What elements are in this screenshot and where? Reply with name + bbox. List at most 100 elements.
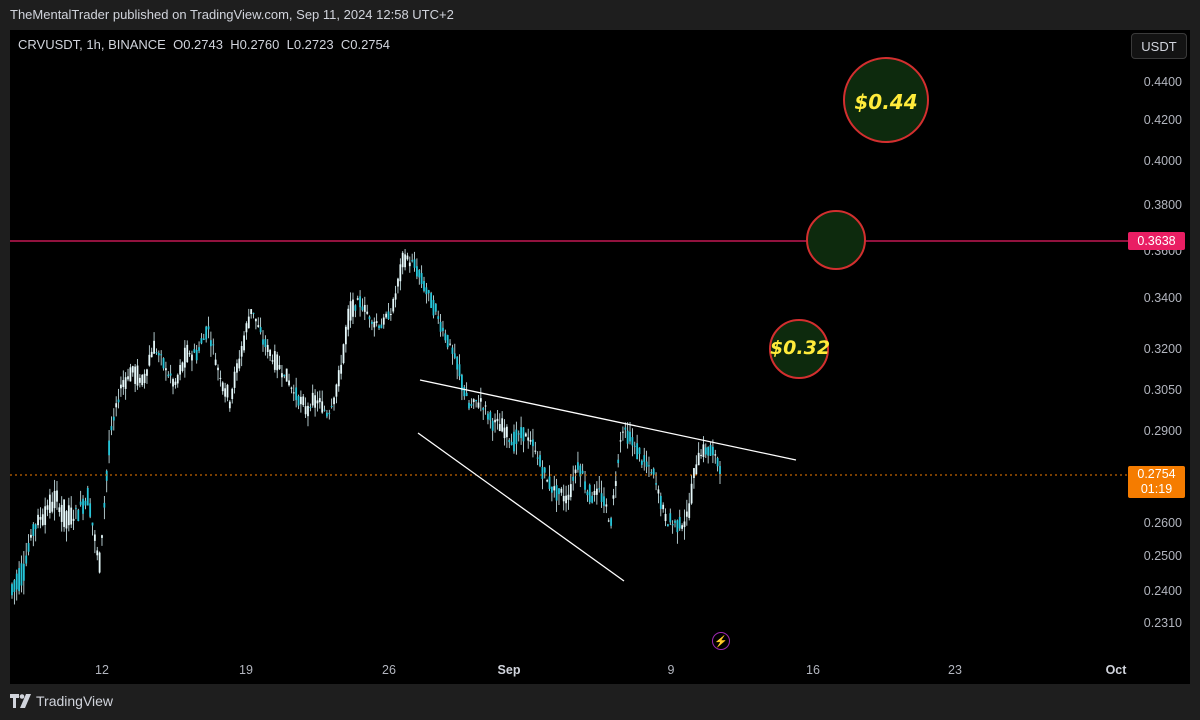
- currency-button[interactable]: USDT: [1131, 33, 1187, 59]
- candle-body: [702, 444, 705, 457]
- candle-body: [193, 349, 196, 353]
- candle-body: [138, 377, 141, 383]
- candle-body: [217, 367, 219, 371]
- candle-body: [524, 433, 527, 437]
- candle-body: [442, 327, 444, 331]
- candle-body: [371, 321, 373, 324]
- price-tick: 0.3400: [1143, 291, 1182, 305]
- publisher-text: TheMentalTrader published on TradingView…: [10, 7, 454, 22]
- price-axis[interactable]: 0.4400 0.4200 0.4000 0.3800 0.3600 0.340…: [1128, 30, 1190, 654]
- target-label-044: $0.44: [854, 90, 918, 114]
- candle-body: [169, 373, 172, 376]
- candle-body: [401, 252, 404, 268]
- candle-body: [58, 507, 61, 513]
- candle-body: [536, 457, 539, 459]
- candle-body: [446, 335, 449, 348]
- candle-body: [228, 401, 231, 409]
- candle-body: [380, 324, 383, 329]
- price-tick: 0.2500: [1143, 549, 1182, 563]
- candle-body: [299, 396, 302, 405]
- candle-body: [517, 433, 520, 435]
- candle-body: [650, 472, 653, 474]
- candle-body: [553, 486, 556, 491]
- candle-body: [458, 364, 461, 377]
- candle-body: [617, 459, 620, 464]
- lightning-icon[interactable]: ⚡: [712, 632, 730, 650]
- candle-body: [32, 524, 35, 536]
- candle-body: [150, 351, 153, 358]
- candle-body: [595, 488, 598, 495]
- high-value: 0.2760: [239, 37, 280, 52]
- candle-body: [532, 439, 534, 447]
- candle-body: [600, 493, 603, 502]
- candle-body: [103, 502, 106, 508]
- high-label: H: [230, 37, 240, 52]
- candle-body: [479, 398, 482, 402]
- candle-body: [423, 281, 425, 291]
- wedge-lower-trendline[interactable]: [417, 432, 625, 582]
- candle-body: [655, 483, 657, 485]
- candle-body: [574, 469, 577, 473]
- candle-body: [676, 520, 679, 533]
- candle-body: [283, 374, 286, 377]
- candle-body: [716, 458, 719, 467]
- candle-body: [30, 534, 32, 538]
- candle-body: [146, 369, 148, 376]
- candle-body: [309, 407, 312, 409]
- candle-body: [13, 580, 16, 592]
- candle-body: [399, 264, 402, 282]
- time-tick: 9: [667, 663, 675, 677]
- candle-body: [697, 452, 700, 466]
- candle-body: [240, 345, 243, 357]
- candle-body: [37, 514, 39, 526]
- low-value: 0.2723: [293, 37, 334, 52]
- wedge-upper-trendline[interactable]: [419, 379, 797, 461]
- candle-body: [84, 500, 87, 506]
- candle-body: [669, 513, 672, 523]
- candle-body: [648, 465, 650, 467]
- candle-body: [503, 427, 506, 439]
- candle-body: [46, 505, 49, 510]
- candle-body: [60, 504, 63, 522]
- candle-body: [101, 535, 103, 538]
- candle-body: [494, 419, 496, 423]
- target-circle-resistance[interactable]: [806, 210, 866, 270]
- current-price-tag: 0.2754 01:19: [1128, 466, 1185, 498]
- close-label: C: [340, 37, 351, 52]
- candle-body: [176, 374, 179, 384]
- candle-body: [110, 426, 113, 431]
- candle-body: [219, 377, 222, 379]
- candle-body: [375, 321, 378, 323]
- candle-body: [411, 260, 414, 262]
- candle-body: [153, 340, 155, 354]
- candle-body: [250, 309, 253, 315]
- candle-body: [273, 351, 276, 370]
- candle-body: [515, 429, 518, 445]
- candle-body: [167, 374, 170, 377]
- candle-body: [688, 503, 691, 518]
- candle-body: [652, 468, 655, 475]
- candle-body: [700, 454, 702, 456]
- candle-body: [496, 418, 499, 422]
- candle-body: [290, 387, 293, 389]
- candle-body: [22, 563, 25, 581]
- candle-body: [612, 495, 615, 499]
- candle-body: [605, 504, 608, 507]
- axis-corner: [1128, 654, 1190, 684]
- candle-body: [269, 349, 272, 357]
- candle-body: [96, 550, 99, 556]
- candle-body: [543, 467, 546, 473]
- candle-body: [674, 520, 676, 523]
- tradingview-brand[interactable]: TradingView: [10, 693, 113, 709]
- candle-body: [678, 517, 681, 529]
- price-chart[interactable]: [10, 30, 1128, 654]
- price-tick: 0.4200: [1143, 113, 1182, 127]
- candle-body: [434, 303, 437, 312]
- candle-body: [472, 399, 475, 403]
- candle-body: [558, 488, 560, 495]
- candle-body: [432, 300, 435, 316]
- time-axis[interactable]: 12 19 26 Sep 9 16 23 Oct: [10, 654, 1128, 684]
- chart-pane[interactable]: CRVUSDT, 1h, BINANCE O0.2743 H0.2760 L0.…: [10, 30, 1128, 654]
- candle-body: [430, 293, 433, 308]
- candle-body: [337, 370, 340, 387]
